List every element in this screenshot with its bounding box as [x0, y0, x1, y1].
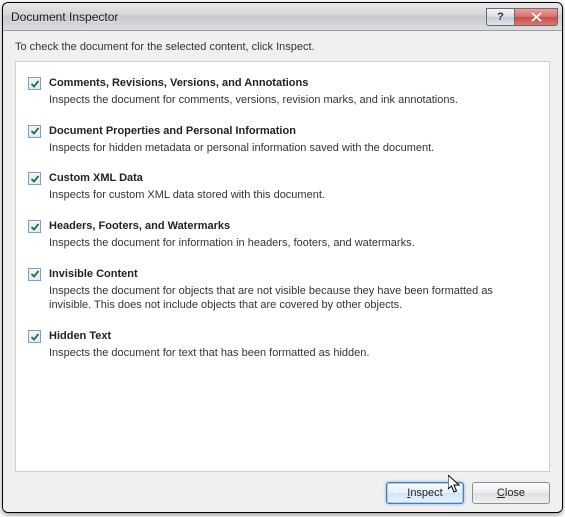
item-title: Custom XML Data [49, 171, 537, 186]
item-title: Document Properties and Personal Informa… [49, 124, 537, 139]
item-hidden-text: Hidden Text Inspects the document for te… [26, 323, 539, 371]
item-desc: Inspects the document for information in… [49, 236, 537, 251]
item-desc: Inspects the document for text that has … [49, 346, 537, 361]
checkbox-headers-footers[interactable] [28, 220, 41, 233]
document-inspector-dialog: Document Inspector ? To check the docume… [2, 2, 563, 513]
help-icon: ? [497, 11, 504, 23]
item-text: Document Properties and Personal Informa… [49, 124, 537, 156]
item-text: Headers, Footers, and Watermarks Inspect… [49, 219, 537, 251]
item-doc-properties: Document Properties and Personal Informa… [26, 118, 539, 166]
checkbox-invisible-content[interactable] [28, 268, 41, 281]
item-comments-revisions: Comments, Revisions, Versions, and Annot… [26, 70, 539, 118]
inspect-button[interactable]: Inspect [386, 482, 464, 504]
item-title: Headers, Footers, and Watermarks [49, 219, 537, 234]
instruction-text: To check the document for the selected c… [15, 41, 550, 53]
checkmark-icon [30, 174, 40, 184]
item-text: Comments, Revisions, Versions, and Annot… [49, 76, 537, 108]
checkbox-doc-properties[interactable] [28, 125, 41, 138]
close-button[interactable]: Close [472, 482, 550, 504]
close-window-button[interactable] [514, 8, 558, 26]
item-invisible-content: Invisible Content Inspects the document … [26, 261, 539, 324]
item-custom-xml: Custom XML Data Inspects for custom XML … [26, 165, 539, 213]
close-icon [531, 12, 542, 22]
checkbox-comments-revisions[interactable] [28, 77, 41, 90]
checkmark-icon [30, 269, 40, 279]
checkbox-custom-xml[interactable] [28, 172, 41, 185]
checkmark-icon [30, 126, 40, 136]
checkbox-hidden-text[interactable] [28, 330, 41, 343]
item-desc: Inspects the document for objects that a… [49, 284, 537, 314]
item-text: Hidden Text Inspects the document for te… [49, 329, 537, 361]
titlebar: Document Inspector ? [3, 3, 562, 31]
item-title: Comments, Revisions, Versions, and Annot… [49, 76, 537, 91]
item-desc: Inspects for custom XML data stored with… [49, 188, 537, 203]
titlebar-buttons: ? [486, 8, 558, 26]
checkmark-icon [30, 222, 40, 232]
item-title: Hidden Text [49, 329, 537, 344]
item-desc: Inspects the document for comments, vers… [49, 93, 537, 108]
help-button[interactable]: ? [486, 8, 514, 26]
item-text: Custom XML Data Inspects for custom XML … [49, 171, 537, 203]
item-title: Invisible Content [49, 267, 537, 282]
checkmark-icon [30, 79, 40, 89]
inspection-list: Comments, Revisions, Versions, and Annot… [15, 61, 550, 472]
window-title: Document Inspector [11, 10, 486, 24]
dialog-content: To check the document for the selected c… [3, 31, 562, 512]
button-label: Close [497, 487, 525, 499]
item-desc: Inspects for hidden metadata or personal… [49, 141, 537, 156]
checkmark-icon [30, 332, 40, 342]
dialog-footer: Inspect Close [15, 472, 550, 504]
button-label: Inspect [407, 487, 442, 499]
item-headers-footers: Headers, Footers, and Watermarks Inspect… [26, 213, 539, 261]
item-text: Invisible Content Inspects the document … [49, 267, 537, 314]
